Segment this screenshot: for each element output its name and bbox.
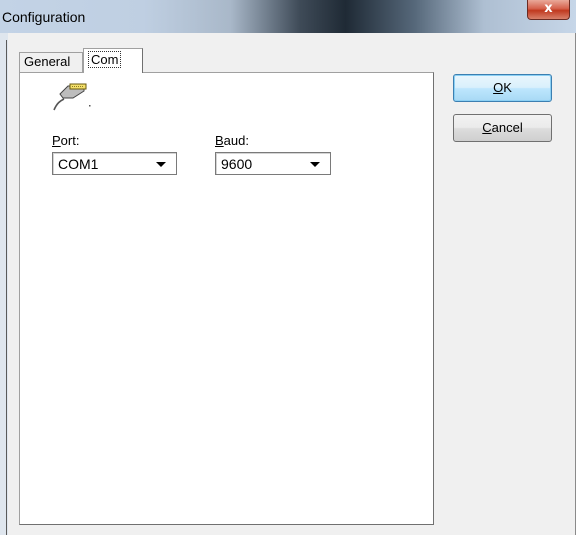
close-button[interactable]: x — [527, 0, 570, 20]
baud-select-value: 9600 — [221, 156, 253, 172]
chevron-down-icon — [156, 162, 166, 167]
port-select[interactable]: COM1 — [52, 152, 177, 175]
configuration-window: Configuration x General Com Port: COM1 B… — [0, 0, 576, 535]
ok-button[interactable]: OK — [453, 74, 552, 102]
tab-com-label: Com — [88, 51, 122, 68]
title-bar[interactable]: Configuration x — [0, 0, 576, 33]
baud-label: Baud: — [215, 133, 249, 148]
window-left-border — [0, 0, 8, 535]
baud-select[interactable]: 9600 — [215, 152, 331, 175]
tab-general-label: General — [24, 54, 71, 69]
port-select-value: COM1 — [58, 156, 99, 172]
cancel-button[interactable]: Cancel — [453, 114, 552, 142]
tab-com[interactable]: Com — [83, 48, 143, 73]
tab-general[interactable]: General — [19, 52, 83, 72]
close-icon: x — [544, 1, 553, 16]
window-title: Configuration — [2, 9, 86, 25]
serial-cable-icon — [53, 83, 91, 111]
port-label: Port: — [52, 133, 80, 148]
chevron-down-icon — [310, 162, 320, 167]
